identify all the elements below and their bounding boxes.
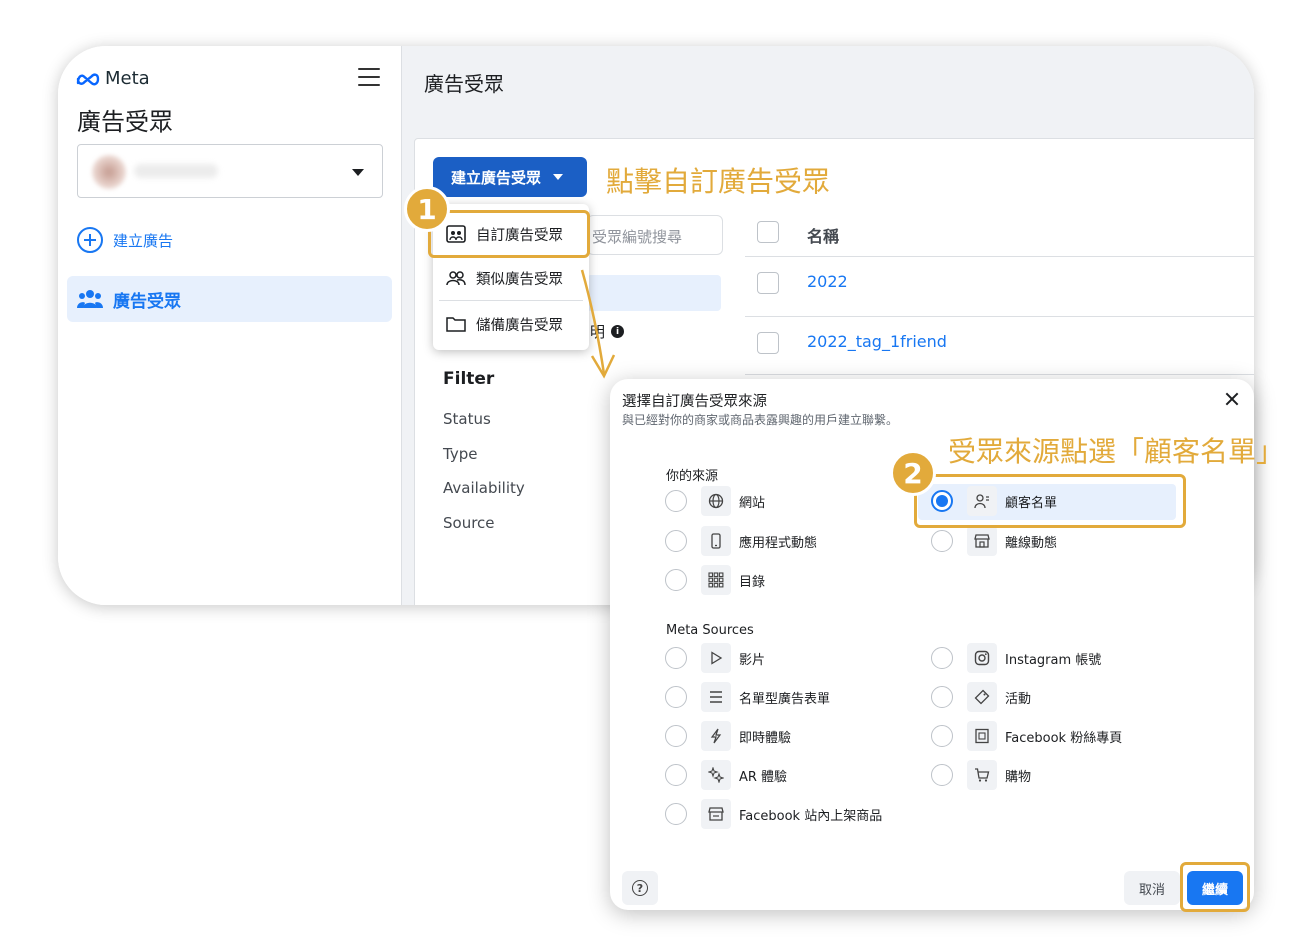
step-1-note: 點擊自訂廣告受眾 (606, 165, 831, 198)
step-2-badge: 2 (890, 450, 936, 496)
step-2-note: 受眾來源點選「顧客名單」 (948, 435, 1285, 468)
screenshot-root: Meta 廣告受眾 建立廣告 廣告受眾 廣告受眾 建立廣告受眾 受眾編號搜尋 明… (0, 0, 1311, 938)
highlight-customer-list (914, 474, 1186, 528)
highlight-custom-audience (428, 210, 590, 258)
highlight-continue-button (1180, 862, 1250, 912)
step-1-badge: 1 (404, 186, 450, 232)
